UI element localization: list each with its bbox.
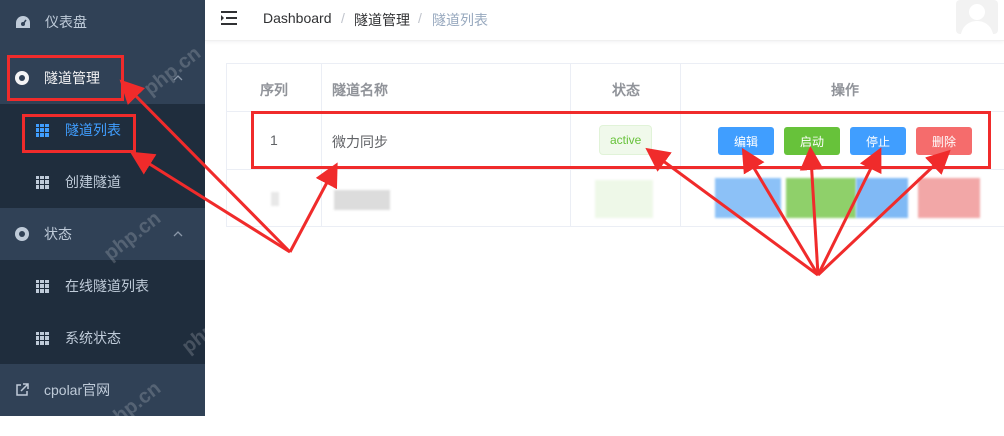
row-name: 微力同步 xyxy=(332,134,388,150)
table-row: active xyxy=(571,112,681,170)
header: Dashboard / 隧道管理 / 隧道列表 xyxy=(205,0,1004,41)
redacted-status xyxy=(595,180,653,218)
grid-icon xyxy=(34,122,50,138)
row-index: 1 xyxy=(270,132,278,148)
sidebar-item-label: 创建隧道 xyxy=(65,174,121,190)
redacted-name xyxy=(334,190,390,210)
sidebar-item-label: 隧道管理 xyxy=(44,70,100,86)
table-row xyxy=(227,170,322,227)
column-header-actions: 操作 xyxy=(681,64,1004,112)
breadcrumb-tunnel-manage[interactable]: 隧道管理 xyxy=(354,10,410,30)
grid-icon xyxy=(34,174,50,190)
sidebar-item-cpolar-site[interactable]: cpolar官网 xyxy=(0,364,205,416)
sidebar-item-label: 仪表盘 xyxy=(45,14,87,30)
sidebar-item-create-tunnel[interactable]: 创建隧道 xyxy=(0,156,205,208)
edit-button[interactable]: 编辑 xyxy=(718,127,774,155)
sidebar-item-label: 状态 xyxy=(44,226,72,242)
redacted-start-button xyxy=(786,178,856,218)
stop-button[interactable]: 停止 xyxy=(850,127,906,155)
sidebar-item-tunnel-manage[interactable]: 隧道管理 xyxy=(0,52,205,104)
chevron-up-icon xyxy=(173,75,183,81)
sidebar-item-label: 在线隧道列表 xyxy=(65,278,149,294)
sidebar-item-label: 系统状态 xyxy=(65,330,121,346)
sidebar-item-status[interactable]: 状态 xyxy=(0,208,205,260)
table-row xyxy=(322,170,571,227)
grid-icon xyxy=(34,278,50,294)
dashboard-icon xyxy=(15,14,31,30)
redacted-stop-button xyxy=(856,178,908,218)
table-row xyxy=(571,170,681,227)
tunnel-manage-icon xyxy=(14,70,30,86)
column-header-index: 序列 xyxy=(227,64,322,112)
redacted-delete-button xyxy=(918,178,980,218)
sidebar-item-dashboard[interactable]: 仪表盘 xyxy=(0,0,205,48)
delete-button[interactable]: 删除 xyxy=(916,127,972,155)
avatar[interactable] xyxy=(956,0,998,34)
external-link-icon xyxy=(14,382,30,398)
breadcrumb-separator: / xyxy=(341,10,345,26)
tunnel-table: 序列 隧道名称 状态 操作 1 微力同步 active 编辑 启动 停止 删除 xyxy=(226,63,1004,227)
start-button[interactable]: 启动 xyxy=(784,127,840,155)
table-row xyxy=(681,170,1004,227)
table-row: 微力同步 xyxy=(322,112,571,170)
chevron-up-icon xyxy=(173,231,183,237)
sidebar-item-online-tunnels[interactable]: 在线隧道列表 xyxy=(0,260,205,312)
column-header-name: 隧道名称 xyxy=(322,64,571,112)
table-row: 1 xyxy=(227,112,322,170)
sidebar-item-label: 隧道列表 xyxy=(65,122,121,138)
breadcrumb-dashboard[interactable]: Dashboard xyxy=(263,10,332,26)
breadcrumb-separator: / xyxy=(418,10,422,26)
grid-icon xyxy=(34,330,50,346)
hamburger-icon[interactable] xyxy=(221,10,239,26)
sidebar-item-label: cpolar官网 xyxy=(44,382,111,398)
sidebar-item-tunnel-list[interactable]: 隧道列表 xyxy=(0,104,205,156)
status-badge: active xyxy=(599,125,653,155)
sidebar: 仪表盘 隧道管理 隧道列表 创建隧道 状态 在线隧道列表 系统状态 cpolar… xyxy=(0,0,243,435)
redacted-edit-button xyxy=(715,178,781,218)
sidebar-item-system-status[interactable]: 系统状态 xyxy=(0,312,205,364)
table-row: 编辑 启动 停止 删除 xyxy=(681,112,1004,170)
status-icon xyxy=(14,226,30,242)
column-header-status: 状态 xyxy=(571,64,681,112)
redacted-index xyxy=(271,192,279,206)
breadcrumb-tunnel-list: 隧道列表 xyxy=(432,12,488,28)
